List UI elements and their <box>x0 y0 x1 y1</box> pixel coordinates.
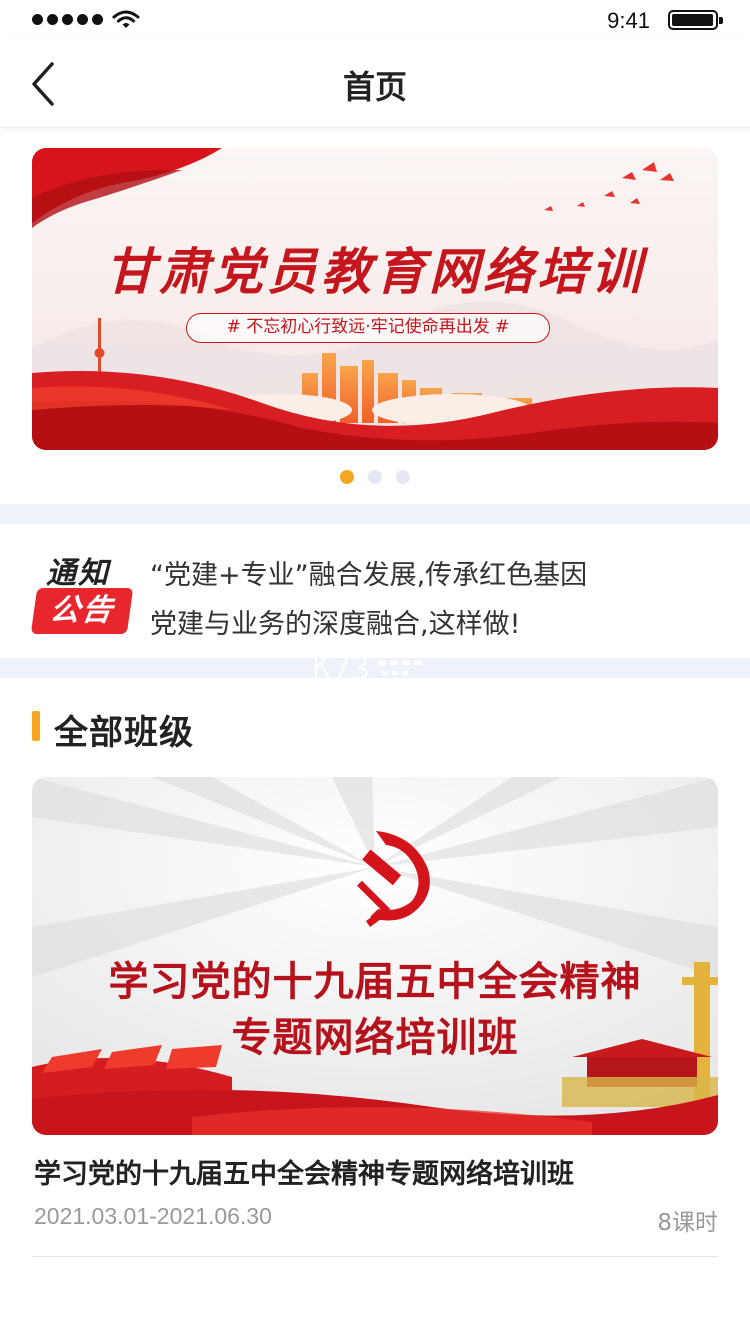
section-accent-bar <box>32 711 40 741</box>
notice-logo: 通知 公告 <box>30 548 134 634</box>
carousel-dot[interactable] <box>368 470 382 484</box>
class-cover-title-line: 学习党的十九届五中全会精神 <box>108 959 642 1005</box>
carousel-indicator <box>0 470 750 484</box>
class-date-range: 2021.03.01-2021.06.30 <box>34 1203 272 1229</box>
class-hours: 8课时 <box>657 1210 718 1236</box>
class-cover-image[interactable]: 学习党的十九届五中全会精神 专题网络培训班 <box>32 777 718 1135</box>
banner-title: 甘肃党员教育网络培训 <box>105 242 645 301</box>
class-cover-title-line: 专题网络培训班 <box>231 1015 519 1061</box>
carousel-dot-active[interactable] <box>340 470 354 484</box>
notice-logo-top: 通知 <box>46 556 110 591</box>
notice-item[interactable]: “党建+专业”融合发展,传承红色基因 <box>150 553 587 592</box>
status-time: 9:41 <box>607 8 650 33</box>
section-title: 全部班级 <box>54 713 194 753</box>
class-name[interactable]: 学习党的十九届五中全会精神专题网络培训班 <box>34 1152 574 1191</box>
carousel-dot[interactable] <box>396 470 410 484</box>
nav-bar: 首页 <box>0 40 750 128</box>
battery-icon <box>668 10 723 30</box>
page-title: 首页 <box>342 68 407 106</box>
notice-logo-bottom: 公告 <box>30 588 134 634</box>
banner-slogan: # 不忘初心行致远·牢记使命再出发 # <box>186 313 550 343</box>
banner-carousel[interactable]: 甘肃党员教育网络培训 # 不忘初心行致远·牢记使命再出发 # <box>32 148 718 450</box>
card-divider <box>32 1256 718 1257</box>
watermark-logo <box>314 654 422 680</box>
status-bar: 9:41 <box>0 0 750 40</box>
section-divider <box>0 504 750 524</box>
notice-item[interactable]: 党建与业务的深度融合,这样做! <box>150 602 520 641</box>
